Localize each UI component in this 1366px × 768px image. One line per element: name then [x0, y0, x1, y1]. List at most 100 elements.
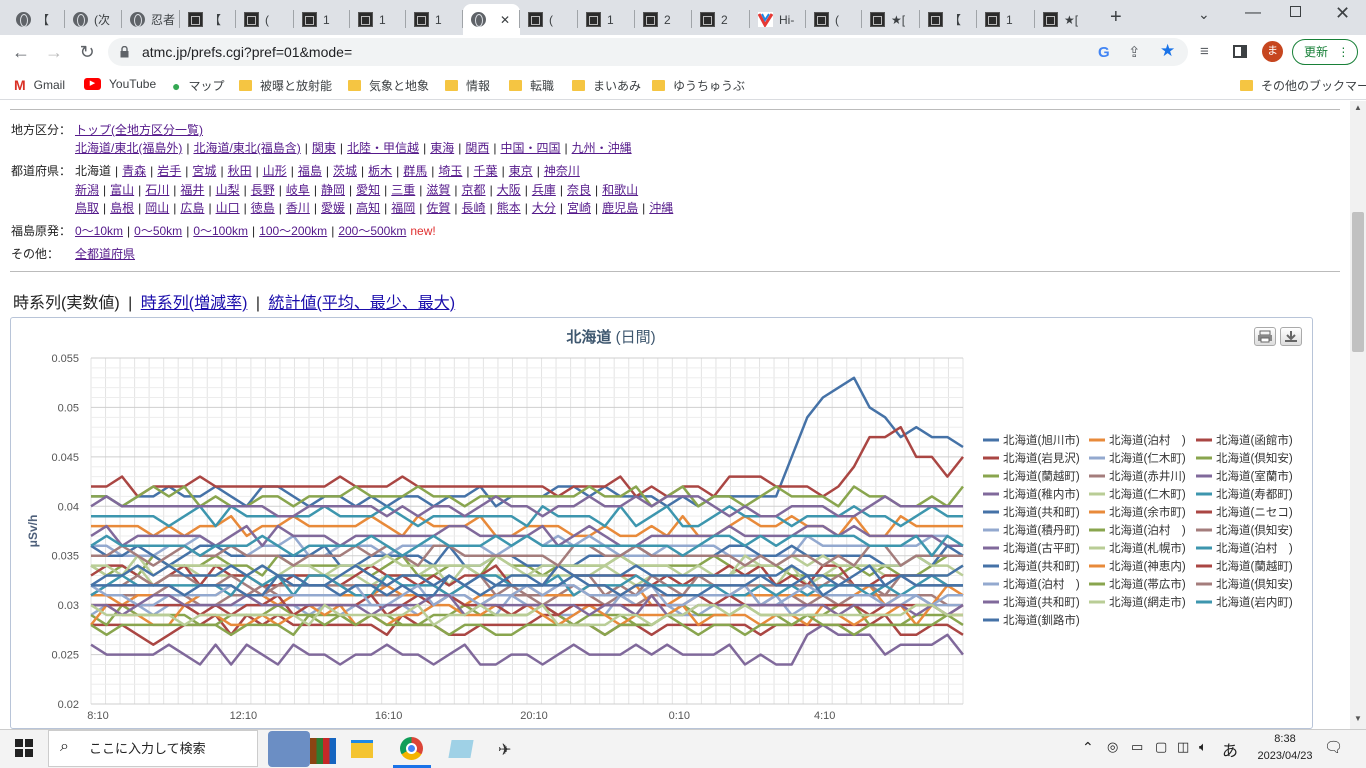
nav-link[interactable]: 兵庫	[532, 183, 556, 197]
forward-button[interactable]: →	[41, 39, 67, 65]
close-window-button[interactable]: ✕	[1335, 3, 1350, 24]
nav-link[interactable]: 滋賀	[426, 183, 450, 197]
taskbar-app-icon[interactable]	[448, 740, 474, 758]
tray-wifi-icon[interactable]: ◫	[1177, 739, 1189, 755]
export-button[interactable]	[1280, 327, 1302, 346]
tray-camera-icon[interactable]: ◎	[1107, 739, 1118, 755]
browser-tab[interactable]: 忍者	[122, 4, 180, 35]
browser-tab[interactable]: (	[520, 4, 578, 35]
browser-tab[interactable]: 2	[635, 4, 692, 35]
nav-link[interactable]: 鳥取	[75, 201, 99, 215]
lock-icon[interactable]	[120, 45, 129, 58]
scroll-up-arrow-icon[interactable]: ▲	[1354, 103, 1362, 112]
browser-tab[interactable]: ✕	[463, 4, 520, 35]
nav-link[interactable]: 佐賀	[426, 201, 450, 215]
scroll-down-arrow-icon[interactable]: ▼	[1354, 714, 1362, 723]
region-top-link[interactable]: トップ(全地方区分一覧)	[75, 123, 203, 137]
url-text[interactable]: atmc.jp/prefs.cgi?pref=01&mode=	[142, 44, 352, 60]
nav-link[interactable]: 群馬	[403, 164, 427, 178]
nav-link[interactable]: 長崎	[462, 201, 486, 215]
browser-tab[interactable]: 1	[406, 4, 463, 35]
file-explorer-icon[interactable]	[351, 740, 373, 758]
all-prefs-link[interactable]: 全都道府県	[75, 247, 135, 261]
browser-tab[interactable]: 【	[920, 4, 977, 35]
nav-link[interactable]: 東京	[509, 164, 533, 178]
taskbar-books-icon[interactable]	[310, 738, 336, 764]
nav-link[interactable]: 宮城	[192, 164, 216, 178]
browser-tab[interactable]: Hi-	[750, 4, 806, 35]
nav-link[interactable]: 富山	[110, 183, 134, 197]
maximize-button[interactable]	[1290, 6, 1301, 17]
nav-link[interactable]: 0〜10km	[75, 224, 123, 238]
minimize-button[interactable]: —	[1245, 4, 1261, 22]
bookmark-other-folder[interactable]: その他のブックマーク	[1240, 77, 1366, 94]
tray-volume-icon[interactable]: 🔈︎	[1199, 739, 1207, 755]
chrome-icon[interactable]	[400, 737, 423, 760]
update-button[interactable]: 更新 ⋮	[1292, 39, 1358, 65]
nav-link[interactable]: 北海道/東北(福島含)	[193, 141, 300, 155]
share-icon[interactable]: ⇪	[1128, 43, 1141, 61]
page-scrollbar[interactable]	[1350, 101, 1366, 729]
taskbar-character-icon[interactable]	[268, 731, 310, 767]
nav-link[interactable]: 静岡	[321, 183, 345, 197]
taskbar-search-input[interactable]: ここに入力して検索	[48, 730, 258, 767]
nav-link[interactable]: 0〜50km	[134, 224, 182, 238]
close-tab-icon[interactable]: ✕	[500, 13, 510, 27]
nav-link[interactable]: 新潟	[75, 183, 99, 197]
bookmark-folder-5[interactable]: まいあみ	[572, 77, 641, 94]
browser-tab[interactable]: 1	[977, 4, 1035, 35]
tab-search-icon[interactable]: ⌄	[1198, 6, 1210, 23]
browser-tab[interactable]: 1	[294, 4, 350, 35]
nav-link[interactable]: 山口	[216, 201, 240, 215]
nav-link[interactable]: 北陸・甲信越	[347, 141, 419, 155]
nav-link[interactable]: 福井	[180, 183, 204, 197]
nav-link[interactable]: 大分	[532, 201, 556, 215]
nav-link[interactable]: 長野	[251, 183, 275, 197]
nav-link[interactable]: 0〜100km	[193, 224, 248, 238]
media-control-icon[interactable]: ≡	[1200, 43, 1209, 60]
nav-link[interactable]: 岡山	[145, 201, 169, 215]
nav-link[interactable]: 北海道/東北(福島外)	[75, 141, 182, 155]
nav-link[interactable]: 山形	[263, 164, 287, 178]
nav-link[interactable]: 埼玉	[438, 164, 462, 178]
nav-link[interactable]: 茨城	[333, 164, 357, 178]
bookmark-youtube[interactable]: ▶ YouTube	[84, 77, 156, 91]
clock-time[interactable]: 8:38	[1260, 733, 1310, 745]
bookmark-maps[interactable]: ● マップ	[172, 77, 224, 94]
nav-link[interactable]: 愛知	[356, 183, 380, 197]
avatar[interactable]: ま	[1262, 41, 1283, 62]
browser-tab[interactable]: 【	[180, 4, 236, 35]
nav-link[interactable]: 中国・四国	[500, 141, 560, 155]
nav-link[interactable]: 徳島	[251, 201, 275, 215]
browser-tab[interactable]: (	[806, 4, 862, 35]
back-button[interactable]: ←	[8, 39, 34, 65]
browser-tab[interactable]: 2	[692, 4, 750, 35]
nav-link[interactable]: 奈良	[567, 183, 591, 197]
browser-tab[interactable]: 1	[350, 4, 406, 35]
bookmark-folder-3[interactable]: 情報	[445, 77, 490, 94]
new-tab-button[interactable]: +	[1110, 6, 1122, 29]
nav-link[interactable]: 秋田	[228, 164, 252, 178]
nav-link[interactable]: 神奈川	[544, 164, 580, 178]
bookmark-folder-6[interactable]: ゆうちゅうぶ	[652, 77, 745, 94]
nav-link[interactable]: 岐阜	[286, 183, 310, 197]
tray-chevron-icon[interactable]: ⌃	[1082, 739, 1094, 756]
browser-tab[interactable]: (	[236, 4, 294, 35]
tray-network-icon[interactable]: ▢	[1155, 739, 1167, 755]
bookmark-folder-1[interactable]: 被曝と放射能	[239, 77, 332, 94]
start-button[interactable]	[15, 739, 33, 757]
nav-link[interactable]: 福島	[298, 164, 322, 178]
notification-icon[interactable]: 🗨︎	[1324, 738, 1343, 756]
nav-link[interactable]: 九州・沖縄	[572, 141, 632, 155]
browser-tab[interactable]: 1	[578, 4, 635, 35]
google-icon[interactable]: G	[1098, 44, 1110, 61]
bookmark-folder-4[interactable]: 転職	[509, 77, 554, 94]
nav-link[interactable]: 千葉	[474, 164, 498, 178]
print-button[interactable]	[1254, 327, 1276, 346]
nav-link[interactable]: 関西	[465, 141, 489, 155]
nav-link[interactable]: 熊本	[497, 201, 521, 215]
nav-link[interactable]: 高知	[356, 201, 380, 215]
browser-tab[interactable]: (次	[65, 4, 122, 35]
nav-link[interactable]: 青森	[122, 164, 146, 178]
nav-link[interactable]: 東海	[430, 141, 454, 155]
